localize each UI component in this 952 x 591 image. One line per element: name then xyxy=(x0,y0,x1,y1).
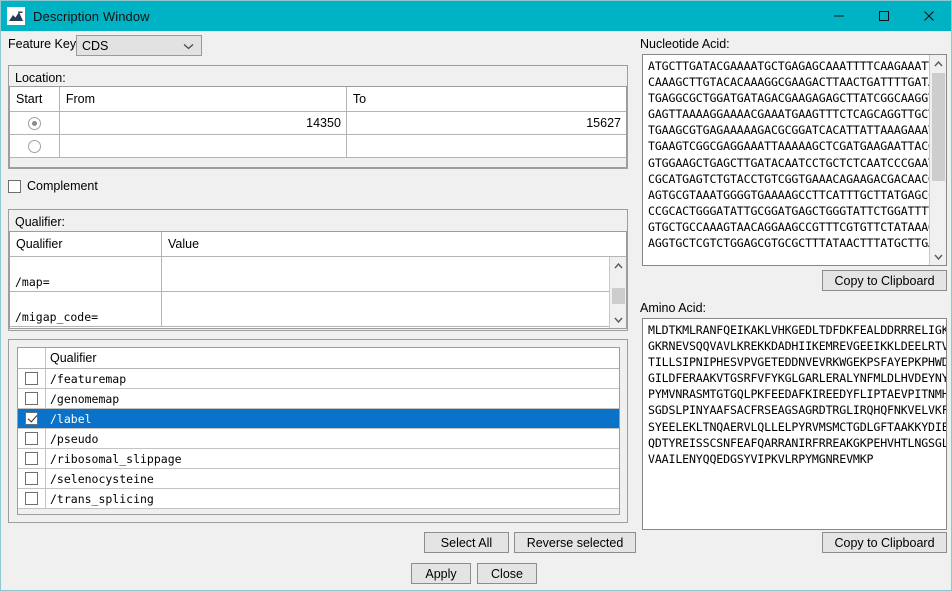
complement-row[interactable]: Complement xyxy=(8,179,98,193)
item-label: /featuremap xyxy=(50,371,127,386)
from-value[interactable]: 14350 xyxy=(60,112,347,134)
list-item-selected[interactable]: /label xyxy=(18,409,619,429)
amino-sequence: MLDTKMLRANFQEIKAKLVHKGEDLTDFDKFEALDDRRRE… xyxy=(648,323,946,466)
app-icon xyxy=(7,7,25,25)
item-label: /ribosomal_slippage xyxy=(50,451,182,466)
item-checkbox-cell[interactable] xyxy=(18,469,46,488)
scrollbar-thumb[interactable] xyxy=(612,288,625,304)
start-radio-cell[interactable] xyxy=(10,135,60,157)
nucleotide-sequence: ATGCTTGATACGAAAATGCTGAGAGCAAATTTTCAAGAAA… xyxy=(648,59,947,251)
item-checkbox-checked[interactable] xyxy=(25,412,38,425)
feature-key-select[interactable]: CDS xyxy=(76,35,202,56)
scrollbar-thumb[interactable] xyxy=(932,73,945,181)
scroll-down-icon[interactable] xyxy=(610,311,626,328)
complement-checkbox[interactable] xyxy=(8,179,21,193)
complement-label: Complement xyxy=(27,179,98,193)
reverse-selected-button[interactable]: Reverse selected xyxy=(514,532,636,553)
qualifier-list-panel: Qualifier /featuremap /genomemap /label … xyxy=(8,339,636,553)
list-item[interactable]: /genomemap xyxy=(18,389,619,409)
nucleotide-textarea[interactable]: ATGCTTGATACGAAAATGCTGAGAGCAAATTTTCAAGAAA… xyxy=(642,54,947,266)
close-button[interactable] xyxy=(906,1,951,31)
qualifier-value[interactable] xyxy=(162,257,611,291)
start-radio-cell[interactable] xyxy=(10,112,60,134)
apply-button[interactable]: Apply xyxy=(411,563,471,584)
qualifier-value[interactable] xyxy=(162,292,611,326)
qualifier-list: Qualifier /featuremap /genomemap /label … xyxy=(17,347,620,515)
list-item[interactable]: /selenocysteine xyxy=(18,469,619,489)
scroll-down-icon[interactable] xyxy=(930,248,946,265)
minimize-button[interactable] xyxy=(816,1,861,31)
column-value: Value xyxy=(168,237,200,251)
nucleotide-label: Nucleotide Acid: xyxy=(640,37,730,51)
item-checkbox[interactable] xyxy=(25,452,38,465)
item-label: /label xyxy=(50,411,92,426)
list-item[interactable]: /trans_splicing xyxy=(18,489,619,509)
qualifier-name[interactable]: /map= xyxy=(10,257,162,291)
description-window: Description Window Feature Key: CDS Loca… xyxy=(0,0,952,591)
list-item[interactable]: /ribosomal_slippage xyxy=(18,449,619,469)
item-checkbox[interactable] xyxy=(25,432,38,445)
item-checkbox-cell[interactable] xyxy=(18,489,46,508)
close-dialog-button[interactable]: Close xyxy=(477,563,537,584)
column-to: To xyxy=(352,92,367,106)
item-checkbox-cell[interactable] xyxy=(18,369,46,388)
item-checkbox-cell[interactable] xyxy=(18,409,46,428)
amino-label: Amino Acid: xyxy=(640,301,707,315)
item-checkbox[interactable] xyxy=(25,372,38,385)
qualifier-table-scrollbar[interactable] xyxy=(609,257,626,328)
amino-textarea[interactable]: MLDTKMLRANFQEIKAKLVHKGEDLTDFDKFEALDDRRRE… xyxy=(642,318,947,530)
qualifier-table: Qualifier Value /map= /migap_code= xyxy=(9,231,627,329)
feature-key-value: CDS xyxy=(82,38,109,53)
title-bar: Description Window xyxy=(1,1,951,31)
column-qualifier: Qualifier xyxy=(10,232,162,256)
feature-key-label: Feature Key: xyxy=(8,37,80,51)
header-check-cell xyxy=(18,348,46,368)
qualifier-label: Qualifier: xyxy=(15,215,66,229)
to-value[interactable] xyxy=(347,135,626,157)
qualifier-table-header: Qualifier Value xyxy=(10,232,626,257)
copy-nucleotide-button[interactable]: Copy to Clipboard xyxy=(822,270,947,291)
start-radio-empty[interactable] xyxy=(27,139,41,153)
item-label: /pseudo xyxy=(50,431,99,446)
column-start: Start xyxy=(10,87,60,111)
location-table-filler xyxy=(10,158,626,167)
item-label: /selenocysteine xyxy=(50,471,154,486)
location-row[interactable] xyxy=(10,135,626,158)
list-item[interactable]: /pseudo xyxy=(18,429,619,449)
start-radio-selected[interactable] xyxy=(27,116,41,130)
window-controls xyxy=(816,1,951,31)
maximize-button[interactable] xyxy=(861,1,906,31)
item-label: /genomemap xyxy=(50,391,120,406)
column-qualifier: Qualifier xyxy=(50,351,97,365)
nucleotide-scrollbar[interactable] xyxy=(929,55,946,265)
item-checkbox-cell[interactable] xyxy=(18,449,46,468)
list-item[interactable]: /featuremap xyxy=(18,369,619,389)
copy-amino-button[interactable]: Copy to Clipboard xyxy=(822,532,947,553)
scroll-up-icon[interactable] xyxy=(930,55,946,72)
location-row[interactable]: 14350 15627 xyxy=(10,112,626,135)
chevron-down-icon xyxy=(183,39,194,53)
item-checkbox[interactable] xyxy=(25,492,38,505)
qualifier-table-row[interactable]: /map= xyxy=(10,257,626,292)
item-checkbox-cell[interactable] xyxy=(18,429,46,448)
to-value[interactable]: 15627 xyxy=(347,112,626,134)
column-from: From xyxy=(60,87,347,111)
location-label: Location: xyxy=(15,71,66,85)
item-label: /trans_splicing xyxy=(50,491,154,506)
qualifier-list-filler xyxy=(18,509,619,514)
qualifier-table-row[interactable]: /migap_code= xyxy=(10,292,626,327)
select-all-button[interactable]: Select All xyxy=(424,532,509,553)
window-title: Description Window xyxy=(33,8,150,24)
location-table: Start From To 14350 15627 xyxy=(9,86,627,168)
item-checkbox[interactable] xyxy=(25,472,38,485)
item-checkbox[interactable] xyxy=(25,392,38,405)
qualifier-name[interactable]: /migap_code= xyxy=(10,292,162,326)
from-value[interactable] xyxy=(60,135,347,157)
item-checkbox-cell[interactable] xyxy=(18,389,46,408)
location-table-header: Start From To xyxy=(10,87,626,112)
qualifier-list-header: Qualifier xyxy=(18,348,619,369)
scroll-up-icon[interactable] xyxy=(610,257,626,274)
